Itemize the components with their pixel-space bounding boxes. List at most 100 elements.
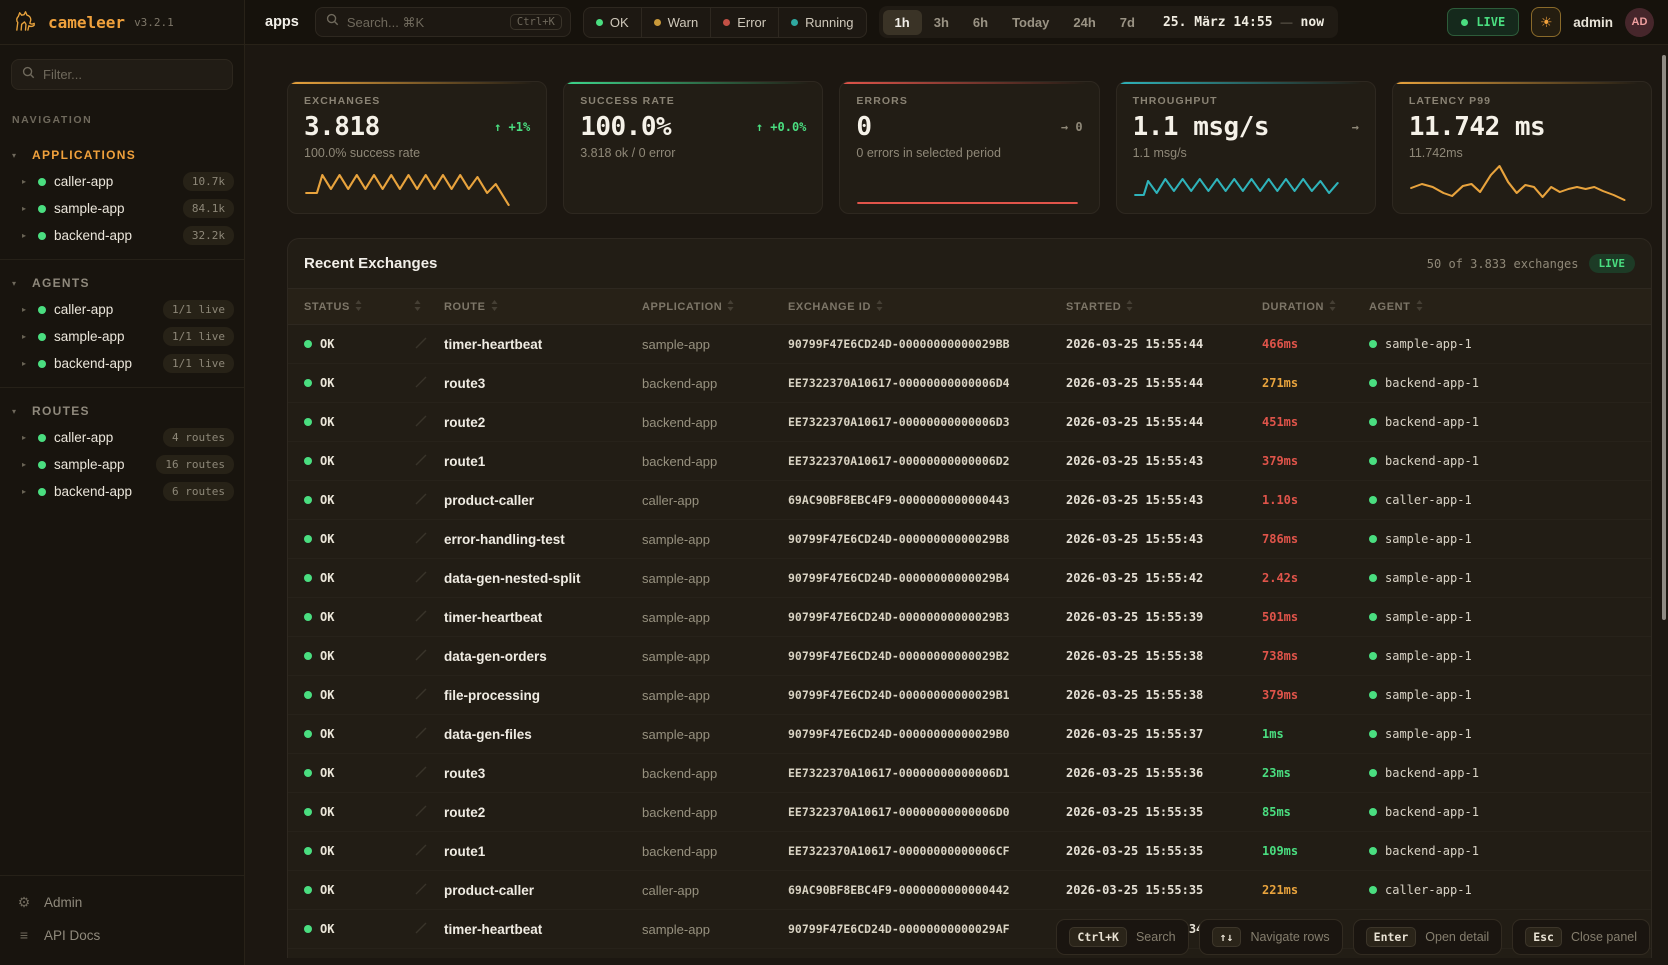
sidebar-item-caller-app[interactable]: ▸caller-app1/1 live [0, 296, 244, 323]
cell-duration: 738ms [1246, 649, 1353, 663]
kpi-card-success-rate: SUCCESS RATE100.0%↑ +0.0%3.818 ok / 0 er… [563, 81, 823, 214]
sidebar-item-backend-app[interactable]: ▸backend-app6 routes [0, 478, 244, 505]
column-header-application[interactable]: APPLICATION [626, 300, 772, 314]
section-header-agents[interactable]: ▾AGENTS [0, 270, 244, 296]
chevron-right-icon[interactable]: ▸ [22, 305, 30, 314]
table-row[interactable]: OKroute2backend-appEE7322370A10617-00000… [288, 403, 1651, 442]
table-row[interactable]: OKdata-gen-filessample-app90799F47E6CD24… [288, 715, 1651, 754]
column-header-exchange-id[interactable]: EXCHANGE ID [772, 300, 1050, 314]
cell-started: 2026-03-25 15:55:37 [1050, 727, 1246, 741]
chevron-right-icon[interactable]: ▸ [22, 359, 30, 368]
status-dot [791, 19, 798, 26]
ok-status-dot [304, 379, 312, 387]
chevron-right-icon[interactable]: ▸ [22, 487, 30, 496]
vertical-scrollbar[interactable] [1662, 55, 1666, 620]
status-filter-ok[interactable]: OK [584, 8, 641, 37]
global-search[interactable]: Ctrl+K [315, 7, 571, 37]
sidebar-link-api-docs[interactable]: ≡ API Docs [0, 919, 244, 951]
status-filter-warn[interactable]: Warn [641, 8, 711, 37]
time-range-3h[interactable]: 3h [922, 10, 961, 35]
column-header-status[interactable]: STATUS [288, 300, 398, 314]
table-count: 50 of 3.833 exchanges [1427, 257, 1579, 271]
column-header-route[interactable]: ROUTE [428, 300, 626, 314]
cell-exchange-id: 69AC90BF8EBC4F9-0000000000000443 [772, 493, 1050, 507]
sidebar-filter[interactable] [11, 59, 233, 90]
table-titlebar: Recent Exchanges 50 of 3.833 exchanges L… [288, 239, 1651, 288]
time-range-7d[interactable]: 7d [1108, 10, 1147, 35]
time-range-1h[interactable]: 1h [883, 10, 922, 35]
table-row[interactable]: OKroute3backend-appEE7322370A10617-00000… [288, 754, 1651, 793]
app-title: cameleer [48, 13, 125, 32]
time-to[interactable]: now [1293, 15, 1334, 30]
chevron-right-icon[interactable]: ▸ [22, 231, 30, 240]
search-input[interactable] [347, 15, 502, 30]
sidebar-item-sample-app[interactable]: ▸sample-app1/1 live [0, 323, 244, 350]
ok-status-dot [304, 613, 312, 621]
sidebar-item-caller-app[interactable]: ▸caller-app4 routes [0, 424, 244, 451]
cell-route: route1 [428, 844, 626, 859]
kpi-accent-bar [1393, 82, 1651, 84]
column-header-started[interactable]: STARTED [1050, 300, 1246, 314]
search-icon [22, 66, 35, 84]
user-name[interactable]: admin [1573, 15, 1613, 30]
sidebar-item-sample-app[interactable]: ▸sample-app84.1k [0, 195, 244, 222]
recent-exchanges-panel: Recent Exchanges 50 of 3.833 exchanges L… [287, 238, 1652, 958]
table-row[interactable]: OKproduct-callercaller-app69AC90BF8EBC4F… [288, 871, 1651, 910]
status-text: OK [320, 337, 334, 351]
cell-duration: 109ms [1246, 844, 1353, 858]
live-toggle-button[interactable]: LIVE [1447, 8, 1519, 36]
chevron-right-icon[interactable]: ▸ [22, 433, 30, 442]
ok-status-dot [304, 769, 312, 777]
table-row[interactable]: OKroute3backend-appEE7322370A10617-00000… [288, 364, 1651, 403]
kpi-subtitle: 100.0% success rate [304, 146, 530, 160]
status-filter-error[interactable]: Error [710, 8, 778, 37]
table-row[interactable]: OKroute1backend-appEE7322370A10617-00000… [288, 832, 1651, 871]
chevron-right-icon[interactable]: ▸ [22, 332, 30, 341]
time-range-today[interactable]: Today [1000, 10, 1061, 35]
sidebar-item-backend-app[interactable]: ▸backend-app1/1 live [0, 350, 244, 377]
time-from[interactable]: 25. März 14:55 [1147, 15, 1281, 30]
sidebar-item-sample-app[interactable]: ▸sample-app16 routes [0, 451, 244, 478]
cell-duration: 221ms [1246, 883, 1353, 897]
chevron-right-icon[interactable]: ▸ [22, 204, 30, 213]
table-title: Recent Exchanges [304, 255, 1427, 272]
time-range-6h[interactable]: 6h [961, 10, 1000, 35]
table-row[interactable]: OKerror-handling-testsample-app90799F47E… [288, 520, 1651, 559]
filter-input[interactable] [43, 67, 222, 82]
hint-label: Search [1136, 930, 1176, 944]
cell-exchange-id: 90799F47E6CD24D-00000000000029BB [772, 337, 1050, 351]
column-label: STATUS [304, 301, 350, 313]
ok-status-dot [304, 925, 312, 933]
hint-close-panel: EscClose panel [1512, 919, 1650, 955]
column-header-duration[interactable]: DURATION [1246, 300, 1353, 314]
time-range-24h[interactable]: 24h [1061, 10, 1107, 35]
sidebar-item-badge: 32.2k [183, 226, 234, 245]
section-header-routes[interactable]: ▾ROUTES [0, 398, 244, 424]
avatar[interactable]: AD [1625, 8, 1654, 37]
cell-status: OK [288, 571, 398, 585]
sidebar-link-admin[interactable]: ⚙ Admin [0, 886, 244, 919]
table-row[interactable]: OKdata-gen-orderssample-app90799F47E6CD2… [288, 637, 1651, 676]
cell-status: OK [288, 922, 398, 936]
section-header-applications[interactable]: ▾APPLICATIONS [0, 142, 244, 168]
theme-toggle-button[interactable]: ☀ [1531, 7, 1561, 37]
table-row[interactable]: OKroute1backend-appEE7322370A10617-00000… [288, 442, 1651, 481]
table-row[interactable]: OKdata-gen-nested-splitsample-app90799F4… [288, 559, 1651, 598]
sidebar-item-caller-app[interactable]: ▸caller-app10.7k [0, 168, 244, 195]
table-row[interactable]: OKroute2backend-appEE7322370A10617-00000… [288, 793, 1651, 832]
kpi-value: 11.742 ms [1409, 112, 1545, 142]
status-filter-running[interactable]: Running [778, 8, 865, 37]
table-row[interactable]: OKfile-processingsample-app90799F47E6CD2… [288, 676, 1651, 715]
agent-name: sample-app-1 [1385, 532, 1472, 546]
live-label: LIVE [1476, 15, 1505, 29]
table-row[interactable]: OKproduct-callercaller-app69AC90BF8EBC4F… [288, 481, 1651, 520]
table-row[interactable]: OKtimer-heartbeatsample-app90799F47E6CD2… [288, 325, 1651, 364]
chevron-right-icon[interactable]: ▸ [22, 460, 30, 469]
sidebar-item-backend-app[interactable]: ▸backend-app32.2k [0, 222, 244, 249]
chevron-right-icon[interactable]: ▸ [22, 177, 30, 186]
column-header-agent[interactable]: AGENT [1353, 300, 1651, 314]
table-row[interactable]: OKtimer-heartbeatsample-app90799F47E6CD2… [288, 598, 1651, 637]
column-header-trend[interactable] [398, 300, 428, 314]
agent-status-dot [1369, 652, 1377, 660]
sidebar-item-label: backend-app [54, 484, 155, 499]
